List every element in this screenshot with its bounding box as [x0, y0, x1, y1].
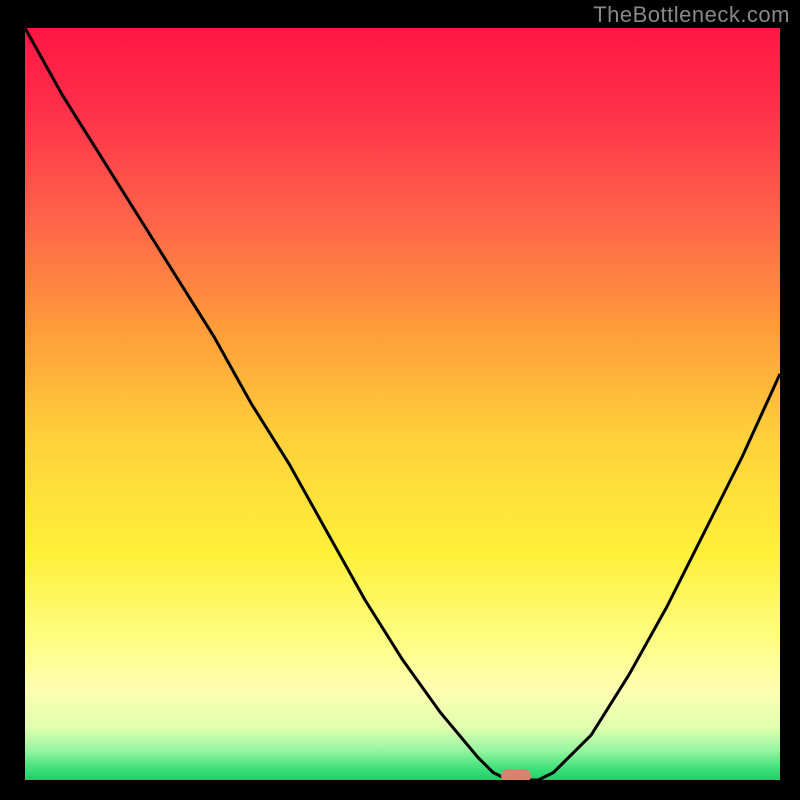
- optimal-marker: [501, 769, 531, 780]
- chart-plot-area: [25, 28, 780, 780]
- chart-curve: [25, 28, 780, 780]
- watermark-text: TheBottleneck.com: [593, 2, 790, 28]
- bottleneck-curve: [25, 28, 780, 780]
